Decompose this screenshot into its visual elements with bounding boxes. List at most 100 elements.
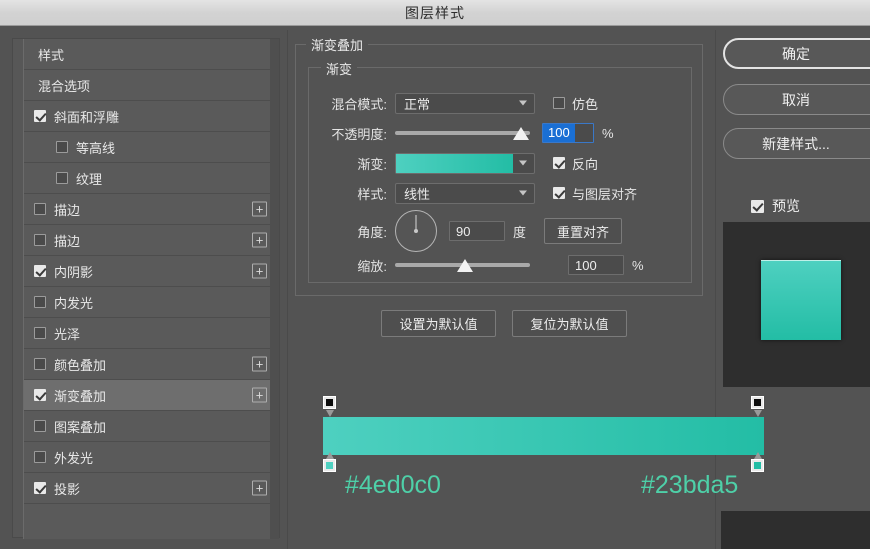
sidebar-item-checkbox[interactable] bbox=[34, 327, 46, 339]
sidebar-item-2[interactable]: 斜面和浮雕 bbox=[24, 101, 275, 132]
panel-divider-left bbox=[287, 30, 288, 549]
scale-unit: % bbox=[632, 257, 644, 273]
angle-label: 角度: bbox=[357, 224, 387, 240]
angle-input[interactable]: 90 bbox=[449, 221, 505, 241]
chevron-down-icon bbox=[519, 100, 527, 106]
new-style-button[interactable]: 新建样式... bbox=[723, 128, 870, 159]
sidebar-item-9[interactable]: 光泽 bbox=[24, 318, 275, 349]
default-buttons: 设置为默认值 复位为默认值 bbox=[381, 310, 627, 337]
sidebar-item-8[interactable]: 内发光 bbox=[24, 287, 275, 318]
blend-mode-select[interactable]: 正常 bbox=[395, 92, 535, 114]
align-with-layer-label: 与图层对齐 bbox=[572, 186, 638, 202]
align-with-layer-checkbox[interactable] bbox=[553, 187, 565, 199]
scale-row: 缩放: 100 % bbox=[309, 252, 693, 278]
sidebar-item-14[interactable]: 投影 + bbox=[24, 473, 275, 504]
gradient-group-title: 渐变 bbox=[321, 59, 358, 78]
cancel-button[interactable]: 取消 bbox=[723, 84, 870, 115]
sidebar-item-10[interactable]: 颜色叠加 + bbox=[24, 349, 275, 380]
sidebar-item-1[interactable]: 混合选项 bbox=[24, 70, 275, 101]
angle-value: 90 bbox=[456, 223, 471, 239]
gradient-bar[interactable] bbox=[323, 417, 764, 455]
scale-value: 100 bbox=[575, 257, 597, 273]
sidebar-item-checkbox[interactable] bbox=[34, 110, 46, 122]
reverse-checkbox[interactable] bbox=[553, 157, 565, 169]
sidebar-item-checkbox[interactable] bbox=[34, 420, 46, 432]
blend-mode-value: 正常 bbox=[404, 96, 431, 112]
sidebar-item-4[interactable]: 纹理 bbox=[24, 163, 275, 194]
sidebar-item-13[interactable]: 外发光 bbox=[24, 442, 275, 473]
sidebar-item-3[interactable]: 等高线 bbox=[24, 132, 275, 163]
gradient-picker[interactable] bbox=[395, 152, 535, 174]
preview-label: 预览 bbox=[772, 198, 800, 214]
sidebar-item-checkbox[interactable] bbox=[34, 296, 46, 308]
sidebar-item-checkbox[interactable] bbox=[34, 203, 46, 215]
add-effect-icon[interactable]: + bbox=[252, 356, 267, 372]
sidebar-item-label: 混合选项 bbox=[38, 78, 91, 94]
dither-label: 仿色 bbox=[572, 96, 599, 112]
sidebar-item-label: 投影 bbox=[54, 481, 81, 497]
gradient-label: 渐变: bbox=[357, 156, 387, 172]
sidebar-item-0[interactable]: 样式 bbox=[24, 39, 275, 70]
gradient-opacity-stop-left[interactable] bbox=[323, 396, 336, 417]
gradient-swatch[interactable] bbox=[396, 153, 513, 173]
sidebar-scrollbar[interactable] bbox=[270, 39, 279, 539]
sidebar-item-label: 描边 bbox=[54, 202, 81, 218]
effects-sidebar: 样式 混合选项 斜面和浮雕 等高线 纹理 描边 + 描边 + 内阴影 + 内发光 光泽 颜色叠加 + 渐变叠加… bbox=[12, 38, 280, 539]
dither-checkbox-row[interactable]: 仿色 bbox=[553, 94, 598, 113]
right-button-panel: 确定 取消 新建样式... 预览 bbox=[721, 30, 870, 549]
sidebar-item-checkbox[interactable] bbox=[34, 358, 46, 370]
sidebar-item-checkbox[interactable] bbox=[34, 265, 46, 277]
sidebar-item-label: 渐变叠加 bbox=[54, 388, 107, 404]
angle-row: 角度: 90 度 重置对齐 bbox=[309, 208, 693, 254]
dither-checkbox[interactable] bbox=[553, 97, 565, 109]
add-effect-icon[interactable]: + bbox=[252, 480, 267, 496]
gradient-color-stop-left[interactable] bbox=[323, 452, 336, 472]
sidebar-item-label: 外发光 bbox=[54, 450, 94, 466]
style-label: 样式: bbox=[357, 186, 387, 202]
scale-input[interactable]: 100 bbox=[568, 255, 624, 275]
sidebar-item-11[interactable]: 渐变叠加 + bbox=[24, 380, 275, 411]
layer-style-dialog: 图层样式 样式 混合选项 斜面和浮雕 等高线 纹理 描边 + 描边 + 内阴影 + 内发光 光泽 颜色叠加… bbox=[0, 0, 870, 549]
preview-checkbox-row[interactable]: 预览 bbox=[751, 196, 800, 216]
style-select[interactable]: 线性 bbox=[395, 182, 535, 204]
sidebar-item-label: 样式 bbox=[38, 47, 65, 63]
align-with-layer-row[interactable]: 与图层对齐 bbox=[553, 184, 637, 203]
scale-slider[interactable] bbox=[395, 257, 530, 273]
angle-dial[interactable] bbox=[395, 210, 437, 252]
sidebar-item-12[interactable]: 图案叠加 bbox=[24, 411, 275, 442]
sidebar-item-checkbox[interactable] bbox=[34, 482, 46, 494]
scale-slider-knob[interactable] bbox=[457, 259, 473, 272]
effects-list[interactable]: 样式 混合选项 斜面和浮雕 等高线 纹理 描边 + 描边 + 内阴影 + 内发光 光泽 颜色叠加 + 渐变叠加… bbox=[23, 39, 275, 539]
opacity-input[interactable]: 100 bbox=[542, 123, 594, 143]
sidebar-item-7[interactable]: 内阴影 + bbox=[24, 256, 275, 287]
reset-align-button[interactable]: 重置对齐 bbox=[544, 218, 623, 244]
opacity-slider-knob[interactable] bbox=[513, 127, 529, 140]
sidebar-item-checkbox[interactable] bbox=[34, 234, 46, 246]
opacity-value: 100 bbox=[543, 124, 575, 142]
ok-button[interactable]: 确定 bbox=[723, 38, 870, 69]
sidebar-item-5[interactable]: 描边 + bbox=[24, 194, 275, 225]
angle-unit: 度 bbox=[513, 224, 527, 240]
sidebar-item-checkbox[interactable] bbox=[34, 389, 46, 401]
sidebar-item-label: 光泽 bbox=[54, 326, 81, 342]
sidebar-item-checkbox[interactable] bbox=[56, 172, 68, 184]
page-title: 图层样式 bbox=[405, 4, 465, 21]
sidebar-item-checkbox[interactable] bbox=[56, 141, 68, 153]
sidebar-item-6[interactable]: 描边 + bbox=[24, 225, 275, 256]
add-effect-icon[interactable]: + bbox=[252, 263, 267, 279]
set-default-button[interactable]: 设置为默认值 bbox=[381, 310, 496, 337]
add-effect-icon[interactable]: + bbox=[252, 387, 267, 403]
reverse-checkbox-row[interactable]: 反向 bbox=[553, 154, 598, 173]
gradient-overlay-group-title: 渐变叠加 bbox=[306, 35, 369, 54]
add-effect-icon[interactable]: + bbox=[252, 201, 267, 217]
sidebar-item-label: 颜色叠加 bbox=[54, 357, 107, 373]
add-effect-icon[interactable]: + bbox=[252, 232, 267, 248]
preview-checkbox[interactable] bbox=[751, 199, 764, 213]
blend-mode-row: 混合模式: 正常 仿色 bbox=[309, 90, 693, 116]
sidebar-item-checkbox[interactable] bbox=[34, 451, 46, 463]
opacity-slider[interactable] bbox=[395, 125, 530, 141]
gradient-group: 渐变 混合模式: 正常 仿色 不透明度: 100 % 渐变: 反向 样式: 线性… bbox=[308, 59, 693, 283]
sidebar-item-label: 图案叠加 bbox=[54, 419, 107, 435]
title-bar: 图层样式 bbox=[0, 0, 870, 26]
reset-default-button[interactable]: 复位为默认值 bbox=[512, 310, 627, 337]
